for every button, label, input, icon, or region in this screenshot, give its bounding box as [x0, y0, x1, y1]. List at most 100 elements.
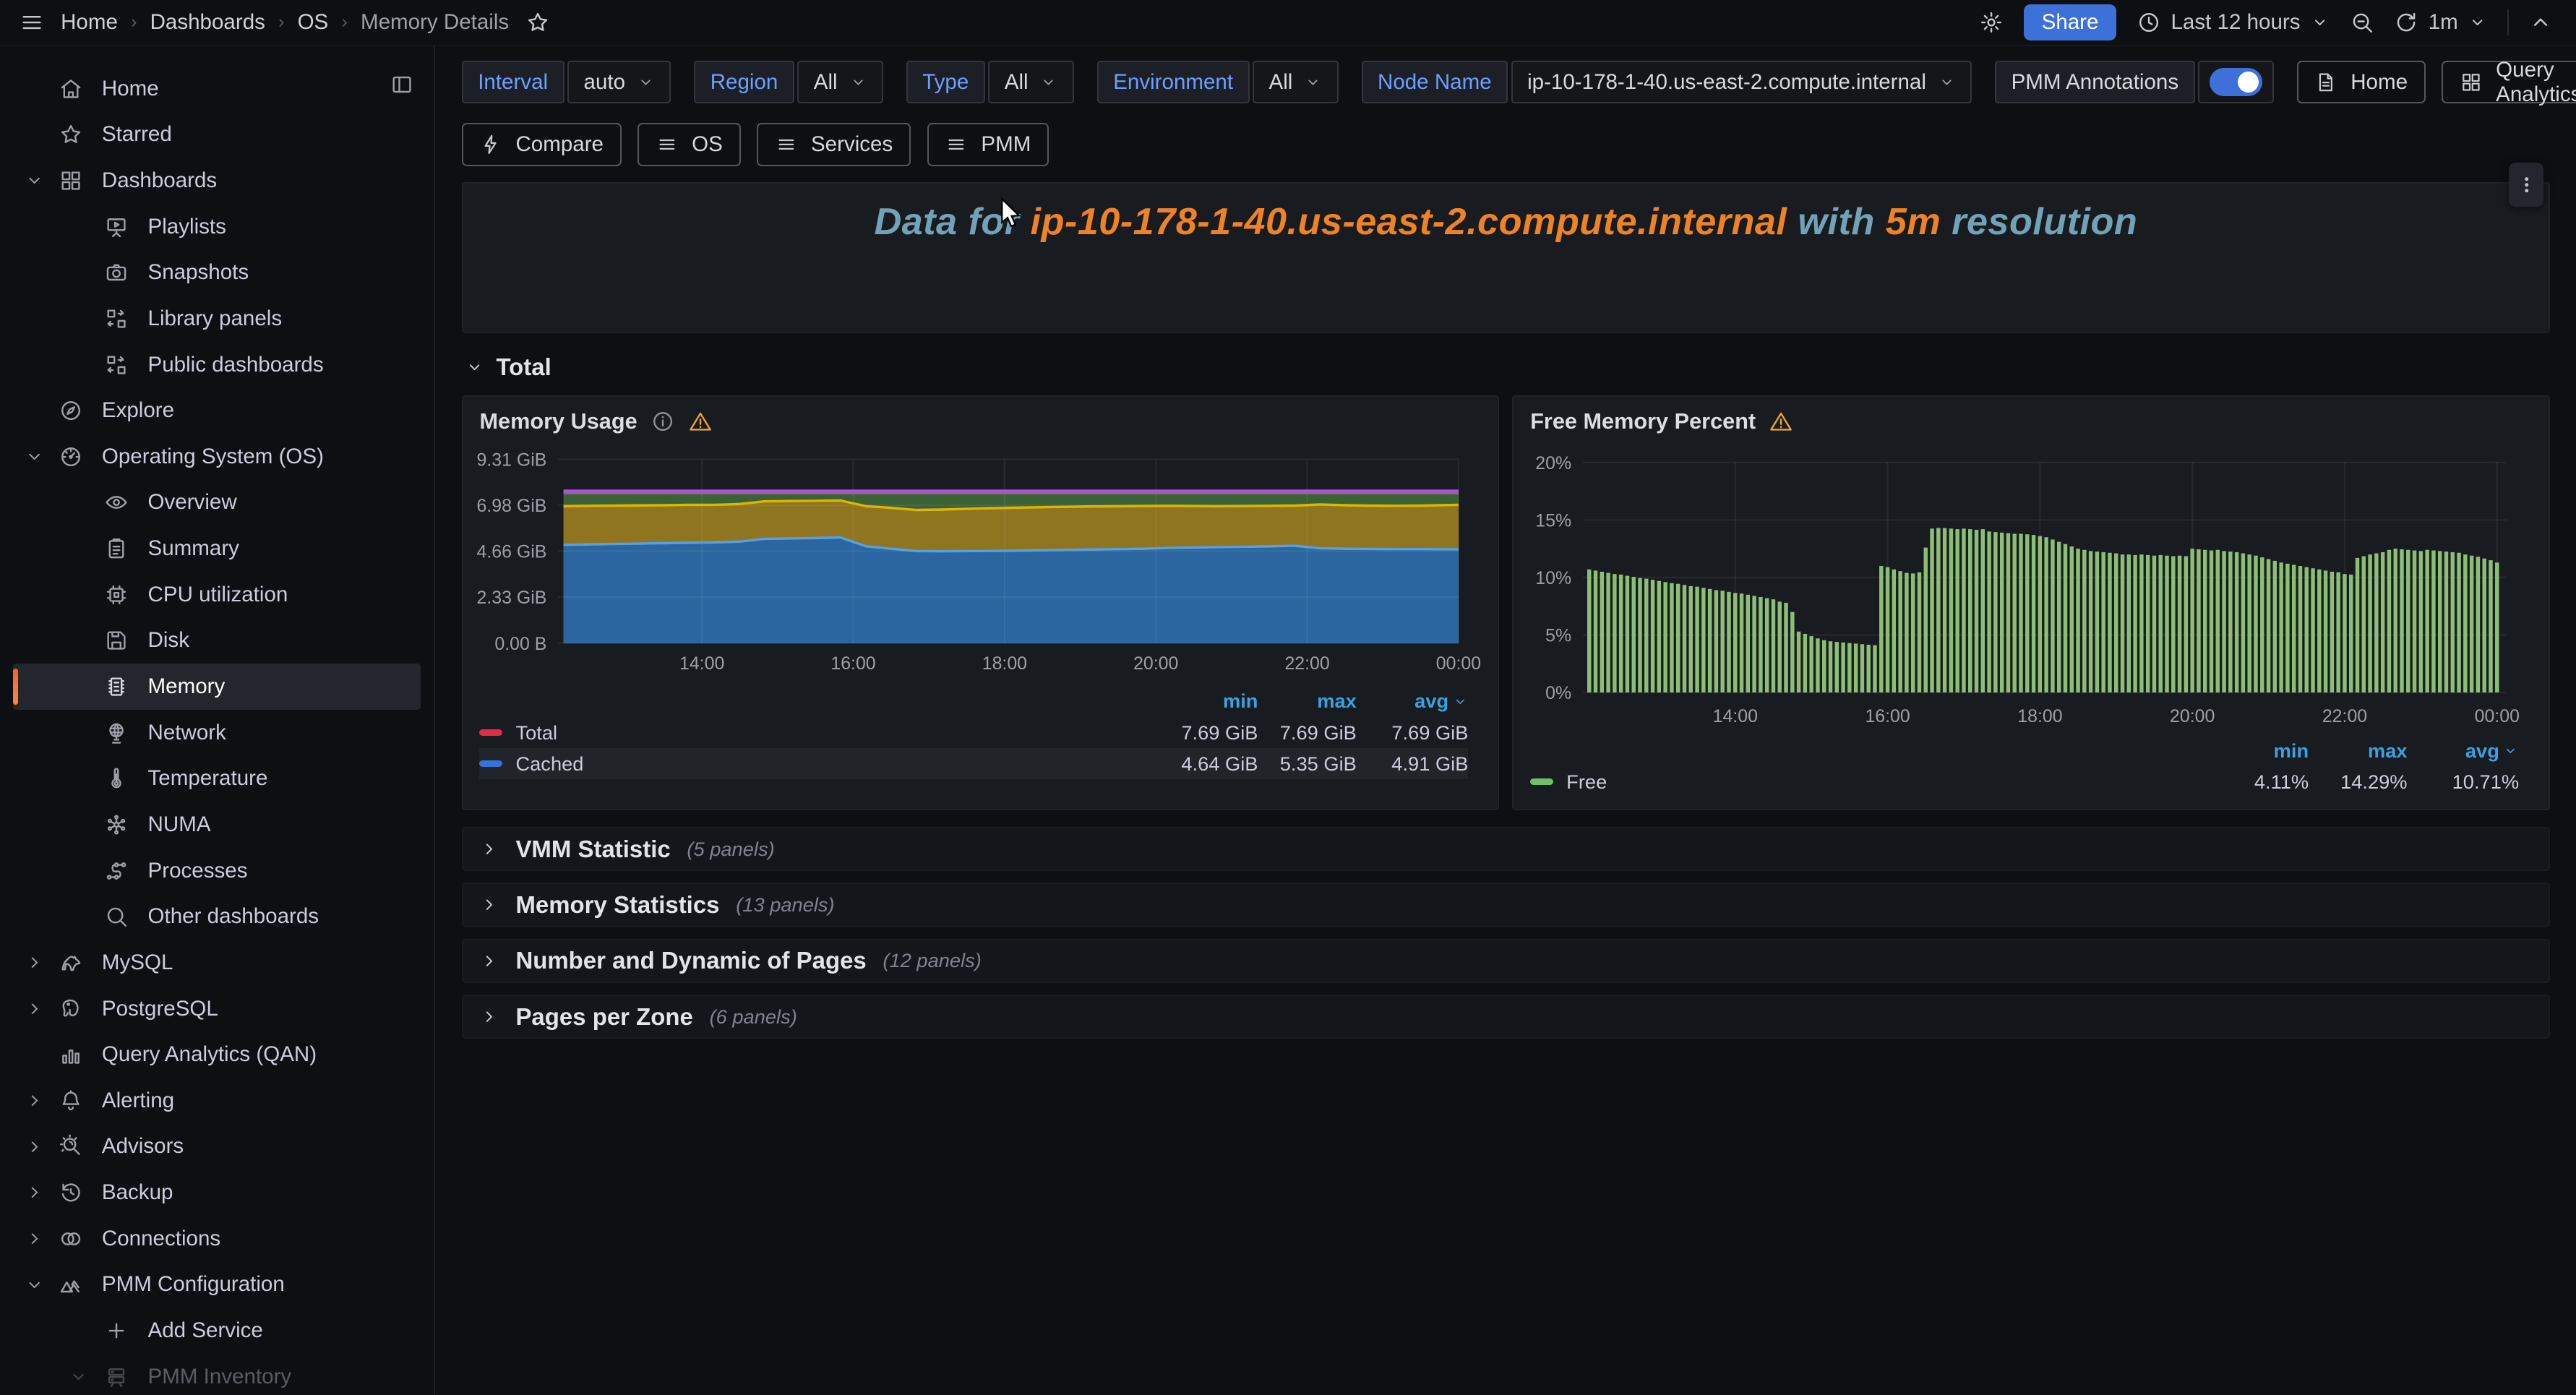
sidebar-item-snapshots[interactable]: Snapshots	[13, 249, 421, 296]
chevron-right-icon[interactable]	[13, 953, 56, 972]
sidebar-item-starred[interactable]: Starred	[13, 112, 421, 158]
home-button[interactable]: Home	[2297, 61, 2426, 103]
panel-title[interactable]: Memory Usage	[479, 408, 637, 434]
breadcrumb-item-home[interactable]: Home	[61, 10, 118, 35]
breadcrumb-separator: ›	[131, 12, 137, 33]
sidebar-item-operating-system-os[interactable]: Operating System (OS)	[13, 434, 421, 480]
chevron-down-icon[interactable]	[13, 447, 56, 466]
sidebar-item-public-dashboards[interactable]: Public dashboards	[13, 342, 421, 388]
sidebar-item-memory[interactable]: Memory	[13, 664, 421, 710]
legend-value: 7.69 GiB	[1258, 721, 1356, 744]
menu-icon[interactable]	[20, 10, 44, 35]
memory-usage-chart[interactable]: 0.00 B2.33 GiB4.66 GiB6.98 GiB9.31 GiB14…	[463, 439, 1498, 686]
svg-text:15%: 15%	[1535, 510, 1571, 531]
sidebar-item-label: Disk	[148, 628, 189, 653]
legend-sort-avg[interactable]: avg	[2408, 739, 2520, 763]
sidebar-item-label: Snapshots	[148, 260, 249, 285]
filter-label[interactable]: Environment	[1097, 61, 1250, 103]
section-total[interactable]: Total	[462, 333, 2550, 395]
section-vmm-statistic[interactable]: VMM Statistic(5 panels)	[462, 827, 2550, 871]
legend-sort-avg[interactable]: avg	[1357, 690, 1469, 713]
legend-sort-min[interactable]: min	[2210, 739, 2309, 763]
chevron-down-icon[interactable]	[56, 1367, 102, 1386]
services-button[interactable]: Services	[757, 123, 911, 166]
dock-sidebar-icon[interactable]	[390, 72, 414, 97]
sidebar-item-home[interactable]: Home	[13, 66, 421, 112]
pmm-annotations-toggle[interactable]	[2198, 61, 2274, 103]
sidebar-item-postgresql[interactable]: PostgreSQL	[13, 986, 421, 1032]
sidebar-item-playlists[interactable]: Playlists	[13, 204, 421, 250]
sidebar-item-numa[interactable]: NUMA	[13, 802, 421, 848]
sidebar-item-query-analytics-qan[interactable]: Query Analytics (QAN)	[13, 1031, 421, 1078]
breadcrumb-item-os[interactable]: OS	[298, 10, 329, 35]
filter-value-dropdown[interactable]: All	[797, 61, 883, 103]
chevron-up-icon[interactable]	[2528, 10, 2553, 35]
filter-value-dropdown[interactable]: All	[988, 61, 1074, 103]
compare-button[interactable]: Compare	[462, 123, 622, 166]
panel-menu-icon[interactable]	[2509, 163, 2543, 207]
share-button[interactable]: Share	[2024, 4, 2117, 40]
filter-value-dropdown[interactable]: All	[1253, 61, 1339, 103]
section-number-and-dynamic-of-pages[interactable]: Number and Dynamic of Pages(12 panels)	[462, 939, 2550, 983]
sidebar-item-advisors[interactable]: Advisors	[13, 1124, 421, 1170]
sidebar-item-pmm-configuration[interactable]: PMM Configuration	[13, 1262, 421, 1308]
sidebar-item-overview[interactable]: Overview	[13, 480, 421, 526]
chevron-right-icon[interactable]	[13, 1091, 56, 1110]
free-memory-percent-chart[interactable]: 0%5%10%15%20%14:0016:0018:0020:0022:0000…	[1514, 439, 2549, 735]
breadcrumb-item-dashboards[interactable]: Dashboards	[150, 10, 265, 35]
filter-label[interactable]: Interval	[462, 61, 564, 103]
button-label: Home	[2350, 70, 2408, 95]
chevron-right-icon[interactable]	[13, 1137, 56, 1156]
legend-series-toggle[interactable]: Total	[479, 721, 1159, 744]
chevron-right-icon[interactable]	[13, 1182, 56, 1202]
section-pages-per-zone[interactable]: Pages per Zone(6 panels)	[462, 995, 2550, 1039]
chevron-down-icon[interactable]	[13, 1275, 56, 1295]
filter-label[interactable]: Region	[694, 61, 794, 103]
filter-label[interactable]: Node Name	[1362, 61, 1508, 103]
legend-series-toggle[interactable]: Cached	[479, 752, 1159, 776]
legend-sort-min[interactable]: min	[1159, 690, 1258, 713]
filter-label[interactable]: Type	[906, 61, 985, 103]
section-memory-statistics[interactable]: Memory Statistics(13 panels)	[462, 883, 2550, 927]
legend-sort-max[interactable]: max	[1258, 690, 1356, 713]
sidebar-item-processes[interactable]: Processes	[13, 848, 421, 894]
panel-title[interactable]: Free Memory Percent	[1530, 408, 1756, 434]
sidebar-item-pmm-inventory[interactable]: PMM Inventory	[13, 1354, 421, 1395]
refresh-picker[interactable]: 1m	[2394, 10, 2488, 35]
sidebar-item-cpu-utilization[interactable]: CPU utilization	[13, 572, 421, 618]
sidebar-item-disk[interactable]: Disk	[13, 618, 421, 664]
chevron-down-icon[interactable]	[13, 171, 56, 190]
sidebar-item-summary[interactable]: Summary	[13, 525, 421, 572]
zoom-out-icon[interactable]	[2350, 10, 2374, 35]
sidebar-item-explore[interactable]: Explore	[13, 387, 421, 434]
filter-value-dropdown[interactable]: ip-10-178-1-40.us-east-2.compute.interna…	[1511, 61, 1972, 103]
gear-icon[interactable]	[1979, 10, 2004, 35]
sidebar-item-mysql[interactable]: MySQL	[13, 940, 421, 986]
sidebar-item-alerting[interactable]: Alerting	[13, 1078, 421, 1124]
os-button[interactable]: OS	[637, 123, 740, 166]
pmm-annotations-control: PMM Annotations	[1995, 61, 2274, 103]
query-analytics-button[interactable]: Query Analytics	[2442, 61, 2576, 103]
warning-icon[interactable]	[688, 409, 713, 434]
sidebar-item-library-panels[interactable]: Library panels	[13, 296, 421, 342]
warning-icon[interactable]	[1769, 409, 1793, 434]
legend-series-toggle[interactable]: Free	[1530, 771, 2210, 794]
info-icon[interactable]	[651, 409, 675, 434]
chevron-right-icon[interactable]	[13, 999, 56, 1018]
sidebar-item-temperature[interactable]: Temperature	[13, 756, 421, 802]
sidebar-item-other-dashboards[interactable]: Other dashboards	[13, 893, 421, 940]
sidebar-item-connections[interactable]: Connections	[13, 1216, 421, 1262]
filter-value-dropdown[interactable]: auto	[567, 61, 671, 103]
sidebar-item-backup[interactable]: Backup	[13, 1169, 421, 1216]
star-icon[interactable]	[525, 10, 550, 35]
breadcrumb-item-memory-details[interactable]: Memory Details	[361, 10, 509, 35]
sidebar-item-add-service[interactable]: Add Service	[13, 1308, 421, 1354]
sidebar-item-network[interactable]: Network	[13, 710, 421, 756]
legend-sort-max[interactable]: max	[2309, 739, 2407, 763]
svg-text:9.31 GiB: 9.31 GiB	[476, 450, 546, 470]
sidebar-item-label: Playlists	[148, 215, 226, 239]
pmm-button[interactable]: PMM	[927, 123, 1049, 166]
sidebar-item-dashboards[interactable]: Dashboards	[13, 158, 421, 204]
chevron-right-icon[interactable]	[13, 1229, 56, 1248]
time-range-picker[interactable]: Last 12 hours	[2137, 10, 2330, 35]
